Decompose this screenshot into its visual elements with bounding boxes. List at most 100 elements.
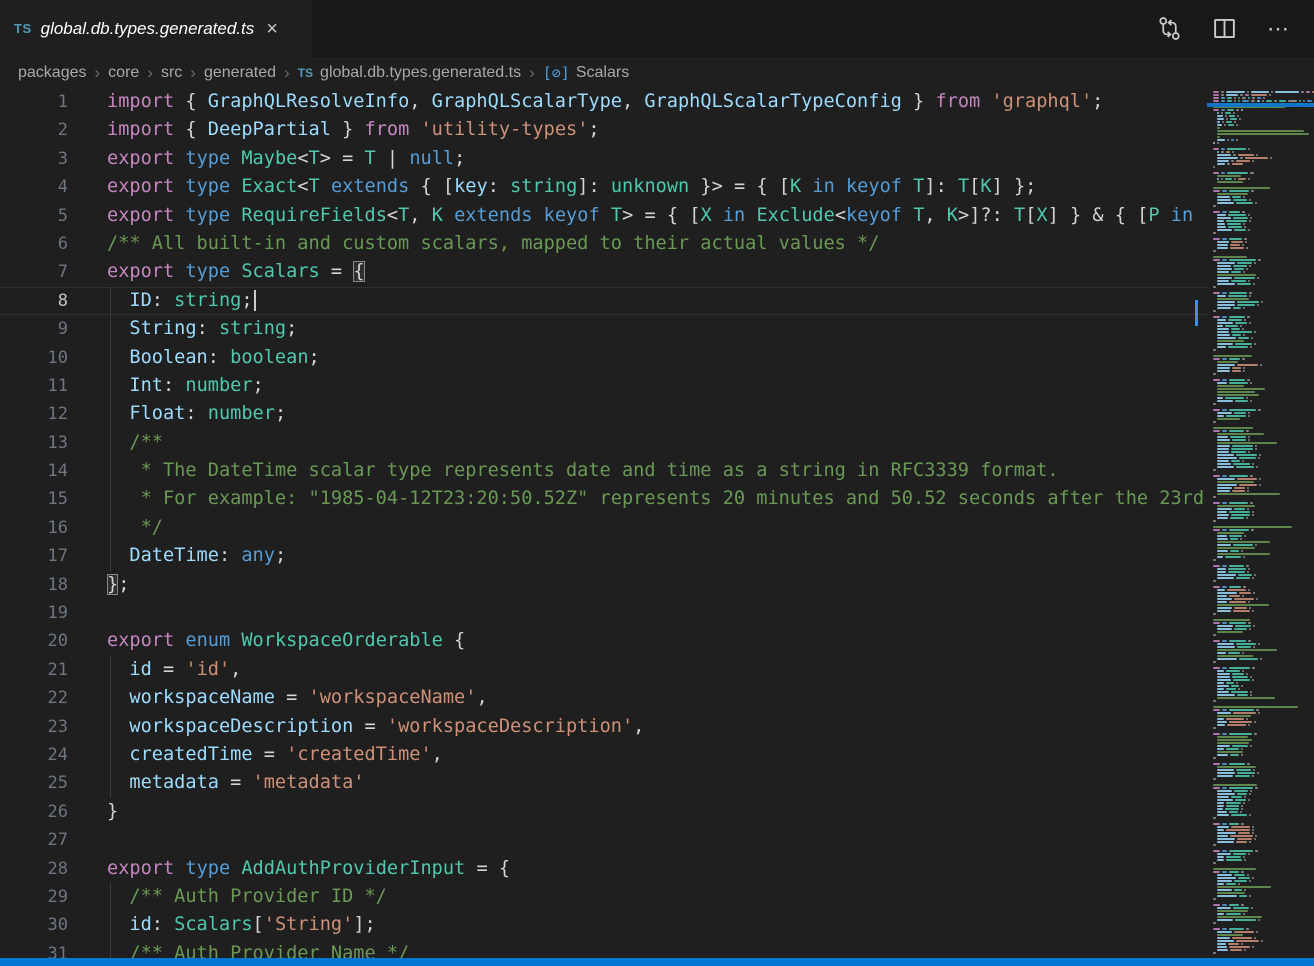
line-number: 22 bbox=[0, 684, 68, 712]
breadcrumb-item-core[interactable]: core bbox=[108, 64, 139, 82]
line-number: 23 bbox=[0, 713, 68, 741]
line-number: 27 bbox=[0, 826, 68, 854]
breadcrumb-item-src[interactable]: src bbox=[161, 64, 182, 82]
code-line-7[interactable]: 7export type Scalars = { bbox=[0, 258, 1207, 286]
indent-guide bbox=[110, 940, 111, 958]
code-line-12[interactable]: 12 Float: number; bbox=[0, 400, 1207, 428]
indent-guide bbox=[110, 514, 111, 542]
breadcrumb: packages › core › src › generated › TS g… bbox=[0, 57, 1314, 88]
indent-guide bbox=[110, 344, 111, 372]
breadcrumb-item-packages[interactable]: packages bbox=[18, 64, 87, 82]
editor-pane[interactable]: 1import { GraphQLResolveInfo, GraphQLSca… bbox=[0, 88, 1314, 958]
line-number: 2 bbox=[0, 116, 68, 144]
line-number: 4 bbox=[0, 173, 68, 201]
line-number: 10 bbox=[0, 344, 68, 372]
code-line-21[interactable]: 21 id = 'id', bbox=[0, 656, 1207, 684]
chevron-right-icon: › bbox=[529, 63, 535, 83]
code-line-22[interactable]: 22 workspaceName = 'workspaceName', bbox=[0, 684, 1207, 712]
code-line-16[interactable]: 16 */ bbox=[0, 514, 1207, 542]
code-line-6[interactable]: 6/** All built-in and custom scalars, ma… bbox=[0, 230, 1207, 258]
indent-guide bbox=[110, 741, 111, 769]
indent-guide bbox=[110, 485, 111, 513]
indent-guide bbox=[110, 542, 111, 570]
code-line-4[interactable]: 4export type Exact<T extends { [key: str… bbox=[0, 173, 1207, 201]
line-number: 18 bbox=[0, 571, 68, 599]
code-line-15[interactable]: 15 * For example: "1985-04-12T23:20:50.5… bbox=[0, 485, 1207, 513]
code-line-25[interactable]: 25 metadata = 'metadata' bbox=[0, 769, 1207, 797]
line-number: 20 bbox=[0, 627, 68, 655]
line-number: 15 bbox=[0, 485, 68, 513]
indent-guide bbox=[110, 315, 111, 343]
split-editor-icon[interactable] bbox=[1212, 16, 1237, 41]
typescript-file-icon: TS bbox=[14, 21, 32, 36]
code-line-27[interactable]: 27 bbox=[0, 826, 1207, 854]
code-line-23[interactable]: 23 workspaceDescription = 'workspaceDesc… bbox=[0, 713, 1207, 741]
code-line-17[interactable]: 17 DateTime: any; bbox=[0, 542, 1207, 570]
chevron-right-icon: › bbox=[95, 63, 101, 83]
overview-ruler-modified-marker bbox=[1195, 300, 1198, 326]
line-number: 25 bbox=[0, 769, 68, 797]
typescript-file-icon: TS bbox=[298, 66, 313, 80]
code-line-2[interactable]: 2import { DeepPartial } from 'utility-ty… bbox=[0, 116, 1207, 144]
tab-label: global.db.types.generated.ts bbox=[41, 19, 255, 39]
line-number: 24 bbox=[0, 741, 68, 769]
indent-guide bbox=[110, 287, 111, 315]
tab-global-db-types-generated[interactable]: TS global.db.types.generated.ts × bbox=[0, 0, 312, 57]
tab-bar: TS global.db.types.generated.ts × bbox=[0, 0, 1314, 57]
code-line-10[interactable]: 10 Boolean: boolean; bbox=[0, 344, 1207, 372]
line-number: 28 bbox=[0, 855, 68, 883]
indent-guide bbox=[110, 656, 111, 684]
code-line-14[interactable]: 14 * The DateTime scalar type represents… bbox=[0, 457, 1207, 485]
code-line-11[interactable]: 11 Int: number; bbox=[0, 372, 1207, 400]
code-line-28[interactable]: 28export type AddAuthProviderInput = { bbox=[0, 855, 1207, 883]
line-number: 9 bbox=[0, 315, 68, 343]
breadcrumb-item-filename[interactable]: global.db.types.generated.ts bbox=[320, 64, 521, 82]
line-number: 5 bbox=[0, 202, 68, 230]
editor-actions: ⋯ bbox=[1157, 0, 1314, 57]
open-changes-icon[interactable] bbox=[1157, 16, 1182, 41]
line-number: 21 bbox=[0, 656, 68, 684]
code-line-20[interactable]: 20export enum WorkspaceOrderable { bbox=[0, 627, 1207, 655]
code-line-3[interactable]: 3export type Maybe<T> = T | null; bbox=[0, 145, 1207, 173]
line-number: 8 bbox=[0, 287, 68, 315]
code-line-30[interactable]: 30 id: Scalars['String']; bbox=[0, 911, 1207, 939]
line-number: 26 bbox=[0, 798, 68, 826]
code-line-9[interactable]: 9 String: string; bbox=[0, 315, 1207, 343]
line-number: 29 bbox=[0, 883, 68, 911]
code-line-29[interactable]: 29 /** Auth Provider ID */ bbox=[0, 883, 1207, 911]
chevron-right-icon: › bbox=[190, 63, 196, 83]
line-number: 1 bbox=[0, 88, 68, 116]
indent-guide bbox=[110, 372, 111, 400]
breadcrumb-item-scalars[interactable]: Scalars bbox=[576, 64, 629, 82]
text-cursor bbox=[254, 290, 256, 311]
line-number: 12 bbox=[0, 400, 68, 428]
line-number: 3 bbox=[0, 145, 68, 173]
line-number: 11 bbox=[0, 372, 68, 400]
code-area[interactable]: 1import { GraphQLResolveInfo, GraphQLSca… bbox=[0, 88, 1207, 958]
minimap[interactable] bbox=[1207, 88, 1314, 958]
chevron-right-icon: › bbox=[147, 63, 153, 83]
code-line-18[interactable]: 18}; bbox=[0, 571, 1207, 599]
code-line-24[interactable]: 24 createdTime = 'createdTime', bbox=[0, 741, 1207, 769]
close-tab-icon[interactable]: × bbox=[266, 19, 278, 39]
code-line-5[interactable]: 5export type RequireFields<T, K extends … bbox=[0, 202, 1207, 230]
code-line-26[interactable]: 26} bbox=[0, 798, 1207, 826]
line-number: 7 bbox=[0, 258, 68, 286]
code-line-19[interactable]: 19 bbox=[0, 599, 1207, 627]
line-number: 19 bbox=[0, 599, 68, 627]
indent-guide bbox=[110, 400, 111, 428]
indent-guide bbox=[110, 684, 111, 712]
indent-guide bbox=[110, 713, 111, 741]
indent-guide bbox=[110, 429, 111, 457]
breadcrumb-item-generated[interactable]: generated bbox=[204, 64, 276, 82]
line-number: 16 bbox=[0, 514, 68, 542]
line-number: 14 bbox=[0, 457, 68, 485]
minimap-current-line-marker bbox=[1207, 103, 1314, 107]
indent-guide bbox=[110, 769, 111, 797]
code-line-8[interactable]: 8 ID: string; bbox=[0, 287, 1207, 315]
chevron-right-icon: › bbox=[284, 63, 290, 83]
code-line-13[interactable]: 13 /** bbox=[0, 429, 1207, 457]
vscode-window: TS global.db.types.generated.ts × bbox=[0, 0, 1314, 966]
code-line-31[interactable]: 31 /** Auth Provider Name */ bbox=[0, 940, 1207, 958]
code-line-1[interactable]: 1import { GraphQLResolveInfo, GraphQLSca… bbox=[0, 88, 1207, 116]
